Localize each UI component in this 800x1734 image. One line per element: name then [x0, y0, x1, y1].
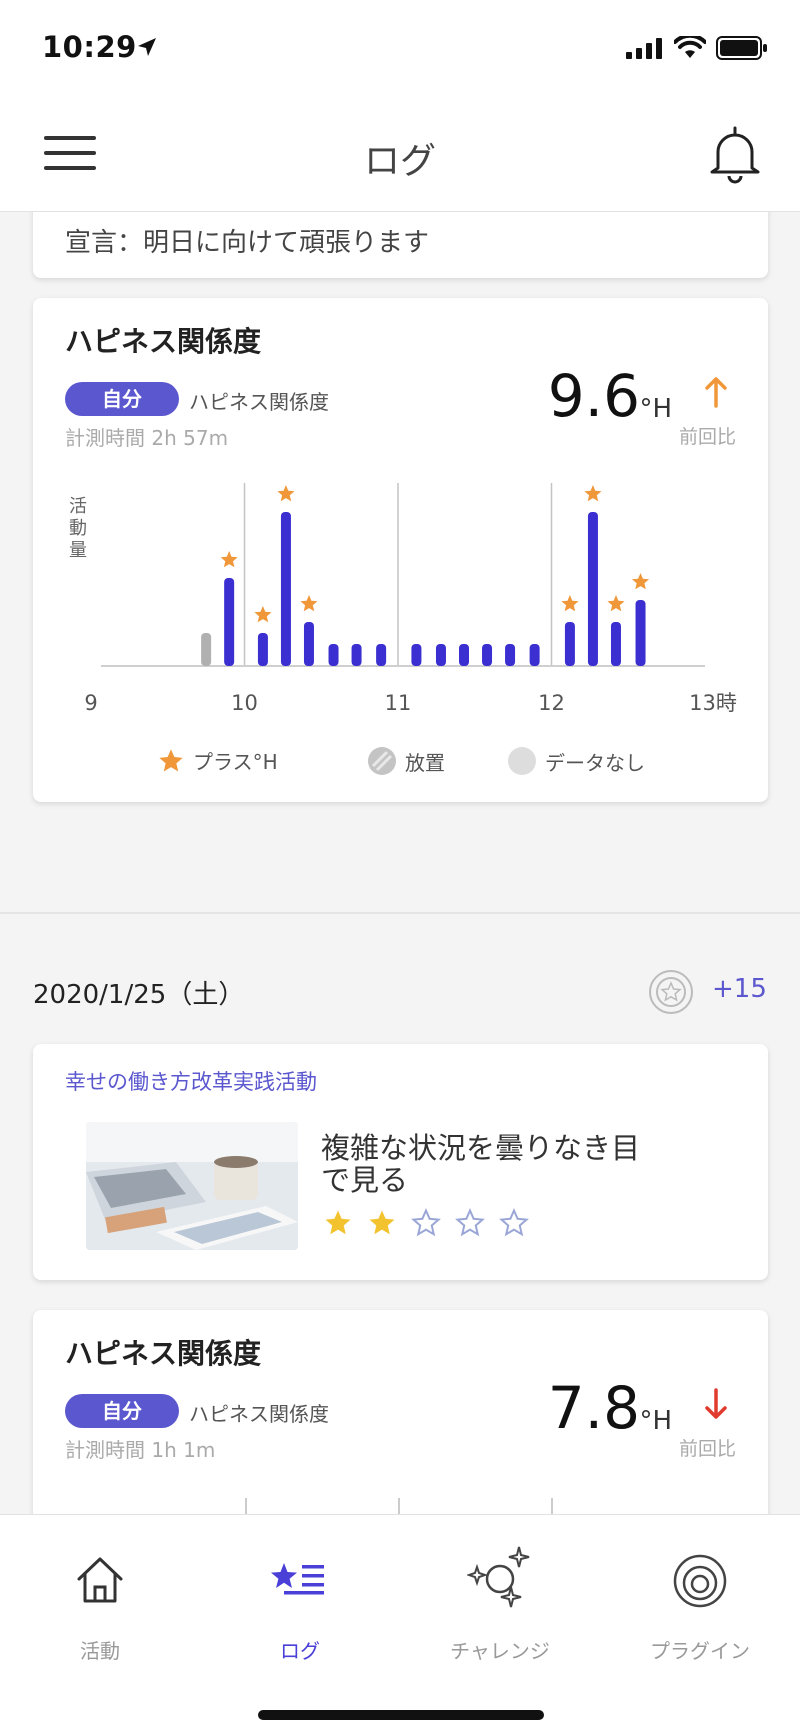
activity-bar — [635, 600, 646, 666]
tab-label: プラグイン — [650, 1639, 750, 1663]
plus-h-star — [300, 595, 318, 612]
home-icon — [77, 1557, 123, 1603]
activity-bar — [280, 512, 291, 666]
legend-label: プラス°H — [193, 750, 278, 774]
nav-bar: ログ — [0, 96, 800, 212]
x-tick-label: 9 — [84, 691, 97, 715]
plus-h-star — [254, 606, 272, 623]
battery-icon — [716, 36, 767, 60]
legend-plus-h: プラス°H — [157, 746, 278, 775]
desk-photo-image — [86, 1122, 298, 1250]
activity-bar — [303, 622, 314, 666]
page-title: ログ — [363, 141, 436, 182]
idle-circle-icon — [368, 747, 396, 775]
tab-challenge[interactable]: チャレンジ — [400, 1539, 600, 1663]
activity-chart: 活動量 9 10 11 12 13時 — [69, 483, 737, 715]
date-label: 2020/1/25（土） — [33, 980, 245, 1010]
screen: 10:29 ログ 宣言：明日に向けて頑張ります ハピネス関係度 自分 ハピネス関… — [0, 0, 800, 1734]
tab-label: ログ — [280, 1639, 320, 1663]
activity-bar — [351, 644, 362, 666]
tab-activity[interactable]: 活動 — [0, 1539, 200, 1663]
x-tick-label: 11 — [385, 691, 412, 715]
home-indicator — [258, 1710, 544, 1720]
plus-h-star — [561, 595, 579, 612]
wifi-icon — [674, 36, 706, 58]
activity-bar — [529, 644, 540, 666]
y-axis-label-char: 量 — [69, 540, 87, 561]
plus-h-star — [220, 551, 238, 568]
tab-label: 活動 — [80, 1639, 120, 1663]
status-time: 10:29 — [42, 30, 137, 64]
sparkle-planet-icon — [467, 1546, 530, 1608]
chart-gridlines — [245, 1498, 553, 1514]
activity-bar — [201, 633, 212, 666]
activity-bar — [459, 644, 470, 666]
signal-icon — [626, 38, 662, 59]
x-tick-label: 10 — [231, 691, 258, 715]
activity-bar — [435, 644, 446, 666]
challenge-category: 幸せの働き方改革実践活動 — [65, 1070, 317, 1094]
log-content[interactable]: 宣言：明日に向けて頑張ります ハピネス関係度 自分 ハピネス関係度 計測時間 2… — [0, 212, 800, 1514]
bell-icon[interactable] — [708, 124, 762, 184]
tab-bar: 活動 ログ チャレンジ プラグイン — [0, 1514, 800, 1734]
plus-h-star — [607, 595, 625, 612]
tab-label: チャレンジ — [450, 1639, 550, 1663]
star-empty-icon — [499, 1208, 529, 1237]
legend-label: 放置 — [405, 750, 445, 775]
happiness-card[interactable]: ハピネス関係度 自分 ハピネス関係度 計測時間 2h 57m 9.6 °H 前回… — [33, 298, 768, 802]
activity-bar — [257, 633, 268, 666]
happiness-card[interactable]: ハピネス関係度 自分 ハピネス関係度 計測時間 1h 1m 7.8 °H 前回比 — [33, 1310, 768, 1514]
tab-plugin[interactable]: プラグイン — [600, 1539, 800, 1663]
plus-count: +15 — [712, 974, 767, 1004]
activity-bar — [482, 644, 493, 666]
no-data-circle-icon — [508, 747, 536, 775]
status-bar: 10:29 — [0, 0, 800, 96]
location-arrow-icon — [138, 38, 156, 56]
star-icon — [159, 748, 183, 771]
star-list-icon — [271, 1563, 324, 1595]
legend-no-data: データなし — [507, 746, 645, 776]
activity-bar — [224, 578, 235, 666]
x-tick-label: 13時 — [689, 691, 737, 715]
y-axis-label: 活動量 — [69, 496, 87, 561]
activity-bar — [505, 644, 516, 666]
challenge-rating — [323, 1208, 529, 1238]
tab-log[interactable]: ログ — [200, 1539, 400, 1663]
target-icon — [673, 1554, 727, 1608]
star-filled-icon — [369, 1210, 395, 1235]
activity-bar — [411, 644, 422, 666]
challenge-title: 複雑な状況を曇りなき目で見る — [321, 1131, 641, 1197]
activity-bar — [587, 512, 598, 666]
y-axis-label-char: 動 — [69, 518, 87, 539]
activity-bar — [610, 622, 621, 666]
y-axis-label-char: 活 — [69, 496, 87, 517]
star-empty-icon — [455, 1208, 485, 1237]
plus-h-star — [632, 573, 650, 590]
badge-icon[interactable] — [648, 969, 694, 1015]
challenge-thumbnail — [86, 1122, 298, 1250]
legend-label: データなし — [545, 750, 645, 775]
x-tick-label: 12 — [538, 691, 565, 715]
status-icons — [626, 36, 768, 60]
section-divider — [0, 912, 800, 914]
activity-bar — [564, 622, 575, 666]
plus-h-star — [584, 485, 602, 502]
declaration-text: 宣言：明日に向けて頑張ります — [65, 228, 430, 258]
plus-h-star — [277, 485, 295, 502]
star-filled-icon — [325, 1210, 351, 1235]
legend-idle: 放置 — [367, 746, 445, 776]
star-empty-icon — [411, 1208, 441, 1237]
activity-bar — [376, 644, 387, 666]
declaration-card: 宣言：明日に向けて頑張ります — [33, 212, 768, 278]
activity-bar — [328, 644, 339, 666]
challenge-card[interactable]: 幸せの働き方改革実践活動 複雑な状況を曇りなき目で見る — [33, 1044, 768, 1280]
